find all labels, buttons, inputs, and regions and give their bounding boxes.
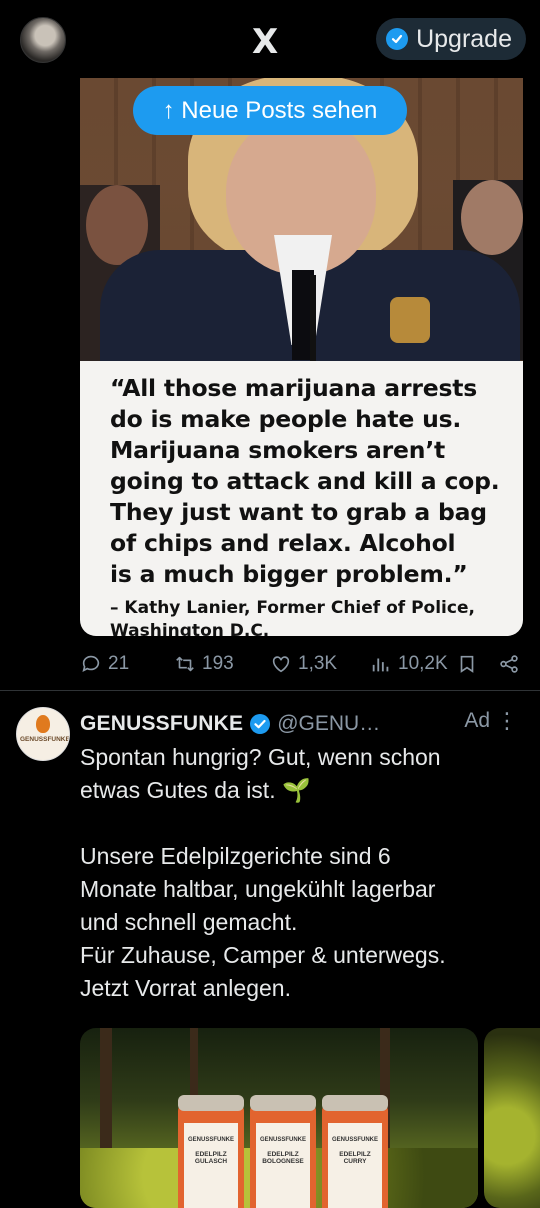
ad-media-image[interactable]: GENUSSFUNKE EDELPILZ GULASCH GENUSSFUNKE… bbox=[80, 1028, 478, 1208]
share-icon bbox=[500, 655, 518, 673]
post-action-bar: 21 193 1,3K 10,2K bbox=[80, 648, 525, 680]
views-icon bbox=[372, 658, 389, 672]
x-logo-icon[interactable]: X bbox=[252, 22, 278, 62]
bookmark-button[interactable] bbox=[456, 648, 478, 680]
ad-avatar[interactable]: GENUSSFUNKE bbox=[16, 707, 70, 761]
verified-badge-icon bbox=[250, 714, 271, 734]
verified-badge-icon bbox=[386, 28, 409, 50]
new-posts-button[interactable]: ↑ Neue Posts sehen bbox=[133, 86, 407, 135]
jar-curry: GENUSSFUNKE EDELPILZ CURRY bbox=[322, 1095, 388, 1208]
ad-media-image-2[interactable] bbox=[484, 1028, 540, 1208]
views-count: 10,2K bbox=[398, 653, 448, 674]
profile-avatar[interactable] bbox=[20, 17, 66, 63]
ad-post-text: Spontan hungrig? Gut, wenn schon etwas G… bbox=[80, 744, 446, 1001]
quote-text: “All those marijuana arrests do is make … bbox=[110, 374, 500, 588]
top-bar: X Upgrade bbox=[0, 0, 540, 78]
jar-bolognese: GENUSSFUNKE EDELPILZ BOLOGNESE bbox=[250, 1095, 316, 1208]
repost-button[interactable]: 193 bbox=[174, 648, 234, 680]
share-button[interactable] bbox=[498, 648, 520, 680]
bookmark-icon bbox=[460, 655, 474, 673]
like-count: 1,3K bbox=[298, 653, 338, 674]
reply-icon bbox=[82, 655, 100, 672]
upgrade-button[interactable]: Upgrade bbox=[376, 18, 526, 60]
ad-author-handle[interactable]: @GENU… bbox=[277, 712, 380, 736]
avatar-brand-text: GENUSSFUNKE bbox=[20, 736, 70, 743]
like-icon bbox=[272, 656, 290, 673]
reply-count: 21 bbox=[108, 653, 130, 674]
post-media-image[interactable]: “All those marijuana arrests do is make … bbox=[80, 75, 523, 636]
ad-post-header: GENUSSFUNKE @GENU… bbox=[80, 709, 525, 739]
ad-label: Ad bbox=[464, 709, 490, 732]
post-divider bbox=[0, 690, 540, 691]
repost-count: 193 bbox=[202, 653, 234, 674]
like-button[interactable]: 1,3K bbox=[270, 648, 337, 680]
views-button[interactable]: 10,2K bbox=[370, 648, 448, 680]
jar-gulasch: GENUSSFUNKE EDELPILZ GULASCH bbox=[178, 1095, 244, 1208]
ad-author-name[interactable]: GENUSSFUNKE bbox=[80, 712, 243, 736]
more-icon[interactable]: ⋮ bbox=[496, 708, 518, 734]
repost-icon bbox=[176, 656, 194, 672]
reply-button[interactable]: 21 bbox=[80, 648, 129, 680]
quote-attribution: – Kathy Lanier, Former Chief of Police, … bbox=[110, 598, 475, 636]
upgrade-label: Upgrade bbox=[416, 24, 512, 53]
